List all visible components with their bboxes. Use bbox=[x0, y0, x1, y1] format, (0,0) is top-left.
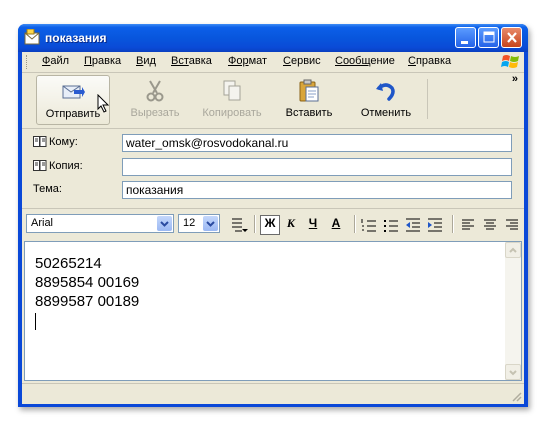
maximize-icon bbox=[483, 31, 495, 43]
close-icon bbox=[507, 32, 517, 43]
window-client-area: Файл Правка Вид Вставка Формат Сервис Со… bbox=[22, 52, 524, 404]
chevron-up-icon bbox=[509, 247, 517, 253]
status-bar bbox=[22, 383, 524, 404]
align-center-button[interactable] bbox=[480, 216, 500, 234]
send-icon bbox=[62, 85, 85, 99]
windows-logo-icon bbox=[501, 55, 519, 68]
align-left-button[interactable] bbox=[458, 216, 478, 234]
minimize-button[interactable] bbox=[455, 27, 476, 48]
bullet-list-icon bbox=[384, 220, 398, 232]
message-body-editor[interactable]: 50265214 8895854 00169 8899587 00189 bbox=[24, 241, 522, 381]
cut-button[interactable]: Вырезать bbox=[119, 75, 191, 123]
body-line: 8899587 00189 bbox=[35, 293, 140, 310]
paragraph-style-icon bbox=[232, 218, 248, 232]
font-select[interactable]: Arial bbox=[26, 214, 174, 233]
main-toolbar: Отправить Вырезать Копировать Вставить О… bbox=[22, 73, 524, 129]
resize-grip-icon[interactable] bbox=[510, 390, 522, 402]
message-body-text: 50265214 8895854 00169 8899587 00189 bbox=[35, 254, 139, 311]
mouse-pointer-icon bbox=[97, 94, 110, 113]
italic-button[interactable]: К bbox=[281, 216, 301, 234]
undo-button[interactable]: Отменить bbox=[350, 75, 422, 123]
to-field[interactable]: water_omsk@rosvodokanal.ru bbox=[122, 134, 512, 152]
menu-format[interactable]: Формат bbox=[228, 55, 267, 67]
scroll-down-button[interactable] bbox=[505, 364, 521, 380]
menu-help[interactable]: Справка bbox=[408, 55, 451, 67]
separator bbox=[254, 215, 256, 233]
font-color-button[interactable]: А bbox=[326, 216, 346, 234]
menu-message[interactable]: Сообщение bbox=[335, 55, 395, 67]
menu-file[interactable]: Файл bbox=[42, 55, 69, 67]
copy-icon bbox=[223, 80, 241, 101]
decrease-indent-button[interactable] bbox=[403, 216, 423, 234]
font-size-select[interactable]: 12 bbox=[178, 214, 220, 233]
title-bar[interactable]: показания bbox=[18, 24, 528, 52]
separator bbox=[452, 215, 454, 233]
menu-tools[interactable]: Сервис bbox=[283, 55, 321, 67]
vertical-scrollbar[interactable] bbox=[505, 242, 521, 380]
address-book-icon bbox=[33, 136, 47, 147]
close-button[interactable] bbox=[501, 27, 522, 48]
menu-view[interactable]: Вид bbox=[136, 55, 156, 67]
toolbar-overflow-chevron[interactable]: » bbox=[512, 73, 518, 85]
chevron-down-icon bbox=[157, 216, 172, 231]
increase-indent-icon bbox=[428, 218, 442, 232]
align-right-button[interactable] bbox=[502, 216, 522, 234]
menu-insert[interactable]: Вставка bbox=[171, 55, 212, 67]
bold-button[interactable]: Ж bbox=[260, 215, 280, 235]
maximize-button[interactable] bbox=[478, 27, 499, 48]
scissors-icon bbox=[146, 80, 164, 102]
copy-button[interactable]: Копировать bbox=[196, 75, 268, 123]
numbered-list-button[interactable] bbox=[359, 216, 379, 234]
subject-field[interactable]: показания bbox=[122, 181, 512, 199]
body-line: 8895854 00169 bbox=[35, 274, 140, 291]
chevron-down-icon bbox=[509, 370, 517, 376]
separator bbox=[354, 215, 356, 233]
address-book-icon bbox=[33, 160, 47, 171]
message-header: Кому: water_omsk@rosvodokanal.ru Копия: … bbox=[22, 129, 524, 209]
envelope-app-icon bbox=[24, 29, 40, 45]
numbered-list-icon bbox=[361, 219, 376, 232]
paste-icon bbox=[299, 79, 319, 102]
decrease-indent-icon bbox=[406, 218, 420, 232]
menu-grip[interactable] bbox=[26, 55, 30, 69]
paste-button[interactable]: Вставить bbox=[273, 75, 345, 123]
align-right-icon bbox=[506, 219, 518, 230]
align-center-icon bbox=[484, 219, 496, 230]
bullet-list-button[interactable] bbox=[381, 216, 401, 234]
align-left-icon bbox=[462, 219, 474, 230]
undo-icon bbox=[376, 83, 395, 101]
chevron-down-icon bbox=[203, 216, 218, 231]
send-button[interactable]: Отправить bbox=[36, 75, 110, 125]
formatting-toolbar: Arial 12 Ж К Ч А bbox=[22, 209, 524, 239]
cc-label[interactable]: Копия: bbox=[33, 160, 83, 172]
body-line: 50265214 bbox=[35, 255, 102, 272]
minimize-icon bbox=[461, 41, 468, 44]
toolbar-separator bbox=[427, 79, 428, 119]
window-title: показания bbox=[45, 31, 107, 45]
cc-field[interactable] bbox=[122, 158, 512, 176]
outlook-express-compose-window: показания Файл Правка Вид Вставка Формат… bbox=[18, 24, 528, 407]
to-label[interactable]: Кому: bbox=[33, 136, 78, 148]
paragraph-style-button[interactable] bbox=[228, 216, 248, 234]
menu-edit[interactable]: Правка bbox=[84, 55, 121, 67]
text-caret bbox=[35, 313, 36, 330]
menu-bar: Файл Правка Вид Вставка Формат Сервис Со… bbox=[22, 52, 524, 73]
increase-indent-button[interactable] bbox=[425, 216, 445, 234]
underline-button[interactable]: Ч bbox=[303, 216, 323, 234]
subject-label: Тема: bbox=[33, 183, 62, 195]
scroll-up-button[interactable] bbox=[505, 242, 521, 258]
